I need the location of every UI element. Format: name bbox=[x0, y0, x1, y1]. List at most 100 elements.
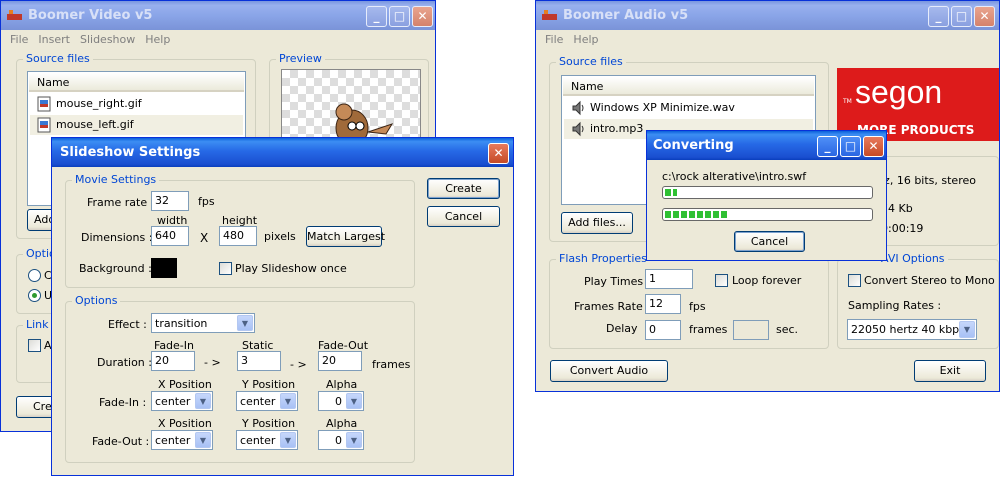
movie-settings-legend: Movie Settings bbox=[72, 173, 160, 186]
chevron-down-icon: ▼ bbox=[195, 393, 211, 409]
fade-out-duration-input[interactable]: 20 bbox=[318, 351, 362, 371]
alpha-label: Alpha bbox=[326, 417, 358, 430]
list-item[interactable]: Windows XP Minimize.wav bbox=[564, 98, 813, 118]
sampling-rates-label: Sampling Rates : bbox=[848, 299, 942, 312]
converting-dialog: Converting _ □ ✕ c:\rock alterative\intr… bbox=[646, 130, 887, 261]
list-item[interactable]: mouse_left.gif bbox=[30, 115, 243, 135]
cancel-button[interactable]: Cancel bbox=[427, 206, 500, 227]
source-files-legend: Source files bbox=[23, 52, 93, 65]
convert-audio-button[interactable]: Convert Audio bbox=[550, 360, 668, 382]
alpha-label: Alpha bbox=[326, 378, 358, 391]
background-label: Background : bbox=[79, 262, 152, 275]
slideshow-settings-dialog: Slideshow Settings ✕ Movie Settings Fram… bbox=[51, 137, 514, 476]
close-button[interactable]: ✕ bbox=[488, 143, 509, 164]
converting-title-bar[interactable]: Converting _ □ ✕ bbox=[647, 131, 886, 160]
chevron-down-icon: ▼ bbox=[280, 393, 296, 409]
menu-help[interactable]: Help bbox=[140, 30, 175, 49]
video-menubar: File Insert Slideshow Help bbox=[1, 30, 435, 49]
menu-help[interactable]: Help bbox=[568, 30, 603, 49]
effect-label: Effect : bbox=[108, 318, 147, 331]
delay-label: Delay bbox=[606, 322, 638, 335]
fade-out-x-select[interactable]: center ▼ bbox=[151, 430, 213, 450]
menu-file[interactable]: File bbox=[5, 30, 33, 49]
delay-input[interactable]: 0 bbox=[645, 320, 681, 340]
exit-button[interactable]: Exit bbox=[914, 360, 986, 382]
video-title-bar[interactable]: Boomer Video v5 _ □ ✕ bbox=[1, 1, 435, 30]
minimize-button[interactable]: _ bbox=[928, 6, 949, 27]
name-column-header[interactable]: Name bbox=[29, 73, 244, 92]
play-once-checkbox[interactable] bbox=[219, 262, 232, 275]
frame-rate-label: Frame rate : bbox=[87, 196, 155, 209]
maximize-button[interactable]: □ bbox=[389, 6, 410, 27]
menu-insert[interactable]: Insert bbox=[33, 30, 75, 49]
frames-label: frames bbox=[372, 358, 411, 371]
app-icon bbox=[542, 10, 557, 20]
avi-options-legend: AVI Options bbox=[878, 252, 948, 265]
audio-menubar: File Help bbox=[536, 30, 999, 49]
dimensions-label: Dimensions : bbox=[81, 231, 153, 244]
width-input[interactable]: 640 bbox=[151, 226, 189, 246]
image-file-icon bbox=[37, 96, 51, 112]
radio-option-1[interactable] bbox=[28, 269, 41, 282]
y-position-label: Y Position bbox=[242, 378, 296, 391]
slideshow-title-bar[interactable]: Slideshow Settings ✕ bbox=[52, 138, 513, 167]
chevron-down-icon: ▼ bbox=[346, 393, 362, 409]
frames-rate-input[interactable]: 12 bbox=[645, 294, 681, 314]
fade-out-alpha-select[interactable]: 0 ▼ bbox=[318, 430, 364, 450]
link-checkbox[interactable] bbox=[28, 339, 41, 352]
maximize-button[interactable]: □ bbox=[951, 6, 972, 27]
effect-select[interactable]: transition ▼ bbox=[151, 313, 255, 333]
fade-out-row-label: Fade-Out : bbox=[92, 435, 150, 448]
delay-seconds-input bbox=[733, 320, 769, 340]
duration-arrow-1: - > bbox=[204, 356, 221, 369]
background-color-swatch[interactable] bbox=[151, 258, 177, 278]
dimension-x-label: X bbox=[200, 231, 209, 245]
file-progress-fill bbox=[665, 189, 677, 196]
height-input[interactable]: 480 bbox=[219, 226, 257, 246]
loop-forever-checkbox[interactable] bbox=[715, 274, 728, 287]
fade-in-y-select[interactable]: center ▼ bbox=[236, 391, 298, 411]
options-legend: Options bbox=[72, 294, 121, 307]
minimize-button[interactable]: _ bbox=[817, 136, 838, 157]
close-button[interactable]: ✕ bbox=[863, 136, 884, 157]
menu-slideshow[interactable]: Slideshow bbox=[75, 30, 140, 49]
duration-label: Duration : bbox=[97, 356, 152, 369]
fps-label: fps bbox=[198, 195, 215, 208]
fade-in-duration-input[interactable]: 20 bbox=[151, 351, 195, 371]
fade-in-x-select[interactable]: center ▼ bbox=[151, 391, 213, 411]
slideshow-dialog-title: Slideshow Settings bbox=[60, 145, 201, 160]
fade-in-alpha-select[interactable]: 0 ▼ bbox=[318, 391, 364, 411]
info-line-3: 0:00:19 bbox=[881, 222, 924, 235]
chevron-down-icon: ▼ bbox=[280, 432, 296, 448]
list-item[interactable]: mouse_right.gif bbox=[30, 94, 243, 114]
close-button[interactable]: ✕ bbox=[412, 6, 433, 27]
file-progress-bar bbox=[662, 186, 873, 199]
chevron-down-icon: ▼ bbox=[346, 432, 362, 448]
name-column-header[interactable]: Name bbox=[563, 77, 814, 96]
minimize-button[interactable]: _ bbox=[366, 6, 387, 27]
menu-file[interactable]: File bbox=[540, 30, 568, 49]
cancel-conversion-button[interactable]: Cancel bbox=[734, 231, 805, 252]
y-position-label: Y Position bbox=[242, 417, 296, 430]
static-duration-input[interactable]: 3 bbox=[237, 351, 281, 371]
play-once-label: Play Slideshow once bbox=[235, 262, 347, 275]
source-files-legend: Source files bbox=[556, 55, 626, 68]
frame-rate-input[interactable]: 32 bbox=[151, 191, 189, 211]
create-button[interactable]: Create bbox=[427, 178, 500, 199]
converting-path: c:\rock alterative\intro.swf bbox=[662, 170, 807, 183]
radio-option-2[interactable] bbox=[28, 289, 41, 302]
match-largest-button[interactable]: Match Largest bbox=[306, 226, 385, 247]
add-files-button[interactable]: Add files... bbox=[561, 212, 633, 234]
close-button[interactable]: ✕ bbox=[974, 6, 995, 27]
converting-dialog-title: Converting bbox=[653, 138, 734, 153]
maximize-button[interactable]: □ bbox=[840, 136, 861, 157]
duration-arrow-2: - > bbox=[290, 358, 307, 371]
convert-stereo-checkbox[interactable] bbox=[848, 274, 861, 287]
image-file-icon bbox=[37, 117, 51, 133]
speaker-icon bbox=[572, 100, 584, 116]
sampling-rate-select[interactable]: 22050 hertz 40 kbps ▼ bbox=[847, 319, 977, 340]
chevron-down-icon: ▼ bbox=[237, 315, 253, 331]
play-times-input[interactable]: 1 bbox=[645, 269, 693, 289]
audio-title-bar[interactable]: Boomer Audio v5 _ □ ✕ bbox=[536, 1, 999, 30]
fade-out-y-select[interactable]: center ▼ bbox=[236, 430, 298, 450]
